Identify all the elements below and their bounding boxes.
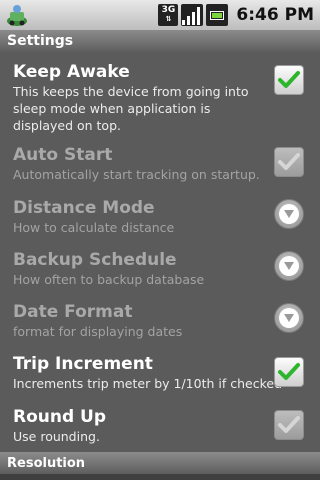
battery-icon bbox=[206, 4, 229, 26]
pref-trip-increment[interactable]: Trip Increment Increments trip meter by … bbox=[0, 353, 320, 392]
auto-start-checkbox[interactable] bbox=[274, 147, 304, 177]
pref-summary: How often to backup database bbox=[13, 272, 205, 287]
network-label: 3G bbox=[161, 5, 176, 15]
trip-increment-checkbox[interactable] bbox=[274, 357, 304, 387]
pref-keep-awake[interactable]: Keep Awake This keeps the device from go… bbox=[0, 61, 320, 134]
pref-summary: This keeps the device from going into sl… bbox=[13, 84, 249, 133]
network-3g-icon: 3G ⇅ bbox=[158, 4, 179, 26]
pref-distance-mode[interactable]: Distance Mode How to calculate distance bbox=[0, 197, 320, 236]
checkmark-icon bbox=[278, 153, 300, 170]
distance-mode-dropdown-button[interactable] bbox=[274, 199, 304, 229]
checkmark-icon bbox=[278, 71, 300, 88]
notification-app-icon[interactable] bbox=[4, 2, 30, 28]
title-bar: Settings bbox=[0, 30, 320, 52]
list-continuation bbox=[0, 474, 320, 480]
status-bar: 3G ⇅ 6:46 PM bbox=[0, 0, 320, 30]
pref-summary: format for displaying dates bbox=[13, 324, 183, 339]
keep-awake-checkbox[interactable] bbox=[274, 65, 304, 95]
chevron-down-icon bbox=[284, 314, 294, 322]
pref-summary: How to calculate distance bbox=[13, 220, 175, 235]
date-format-dropdown-button[interactable] bbox=[274, 303, 304, 333]
pref-backup-schedule[interactable]: Backup Schedule How often to backup data… bbox=[0, 249, 320, 288]
checkmark-icon bbox=[278, 416, 300, 433]
pref-auto-start[interactable]: Auto Start Automatically start tracking … bbox=[0, 144, 320, 183]
page-title: Settings bbox=[7, 33, 74, 49]
pref-date-format[interactable]: Date Format format for displaying dates bbox=[0, 301, 320, 340]
preferences-list[interactable]: Keep Awake This keeps the device from go… bbox=[0, 52, 320, 452]
section-header-resolution: Resolution bbox=[0, 452, 320, 474]
pref-round-up[interactable]: Round Up Use rounding. bbox=[0, 406, 320, 445]
round-up-checkbox[interactable] bbox=[274, 410, 304, 440]
chevron-down-icon bbox=[284, 210, 294, 218]
checkmark-icon bbox=[278, 363, 300, 380]
chevron-down-icon bbox=[284, 262, 294, 270]
signal-icon bbox=[181, 4, 204, 26]
pref-summary: Increments trip meter by 1/10th if check… bbox=[13, 376, 283, 391]
section-header-label: Resolution bbox=[7, 455, 86, 471]
backup-schedule-dropdown-button[interactable] bbox=[274, 251, 304, 281]
clock: 6:46 PM bbox=[236, 5, 314, 25]
pref-summary: Use rounding. bbox=[13, 429, 100, 444]
pref-summary: Automatically start tracking on startup. bbox=[13, 167, 260, 182]
